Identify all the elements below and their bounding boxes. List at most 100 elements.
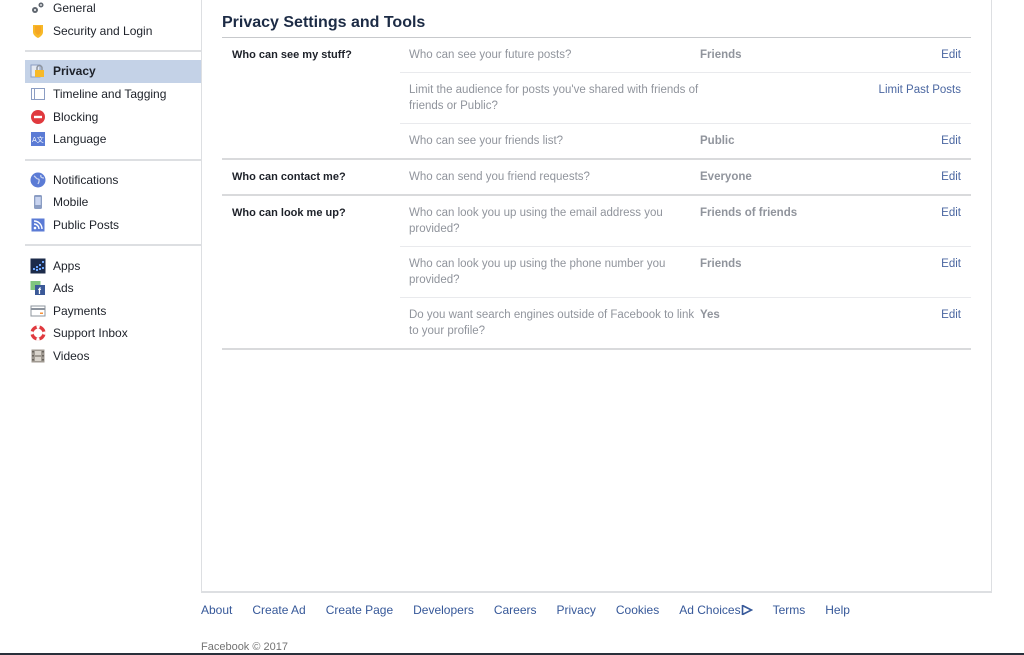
sidebar-item-label: Privacy — [53, 64, 96, 79]
footer-link-about[interactable]: About — [201, 603, 232, 617]
footer-link-label: Privacy — [556, 603, 596, 617]
sidebar-item-general[interactable]: General — [25, 0, 201, 20]
sidebar-item-timeline-and-tagging[interactable]: Timeline and Tagging — [25, 83, 201, 106]
footer-link-ad-choices[interactable]: Ad Choices — [679, 603, 753, 617]
footer-link-privacy[interactable]: Privacy — [557, 603, 596, 617]
film-icon — [30, 348, 46, 364]
privacy-settings-table: Who can see my stuff? Who can see your fu… — [222, 37, 971, 350]
sidebar-item-public-posts[interactable]: Public Posts — [25, 214, 201, 237]
content-panel: Privacy Settings and Tools Who can see m… — [201, 0, 992, 593]
svg-text:A文: A文 — [32, 135, 44, 144]
section-rows: Who can send you friend requests? Everyon… — [400, 160, 971, 194]
setting-question: Who can look you up using the email addr… — [409, 207, 663, 235]
gears-icon — [30, 0, 46, 16]
footer-link-cookies[interactable]: Cookies — [616, 603, 659, 617]
setting-row[interactable]: Limit the audience for posts you've shar… — [400, 72, 971, 123]
setting-value: Yes — [700, 309, 720, 321]
edit-link[interactable]: Edit — [941, 133, 961, 149]
setting-question: Limit the audience for posts you've shar… — [409, 84, 699, 112]
page-title: Privacy Settings and Tools — [222, 13, 426, 31]
ad-choices-icon — [741, 604, 753, 616]
footer-link-label: Terms — [772, 603, 806, 617]
setting-row[interactable]: Who can see your friends list? Public Edit — [400, 123, 971, 158]
sidebar-item-notifications[interactable]: Notifications — [25, 169, 201, 192]
footer-link-create-ad[interactable]: Create Ad — [252, 603, 305, 617]
copyright: Facebook © 2017 — [201, 641, 288, 653]
footer-link-careers[interactable]: Careers — [494, 603, 537, 617]
setting-value: Friends — [700, 258, 742, 270]
settings-section-who-can-look-me-up: Who can look me up? Who can look you up u… — [222, 196, 971, 350]
sidebar-item-mobile[interactable]: Mobile — [25, 191, 201, 214]
sidebar-item-label: Blocking — [53, 109, 99, 124]
setting-value — [700, 82, 879, 114]
sidebar-item-videos[interactable]: Videos — [25, 345, 201, 368]
sidebar-item-support-inbox[interactable]: Support Inbox — [25, 322, 201, 345]
footer-link-help[interactable]: Help — [825, 603, 850, 617]
globe-icon — [30, 172, 46, 188]
footer-link-label: Help — [825, 603, 850, 617]
block-icon — [30, 109, 46, 125]
sidebar-group: Notifications Mobile Public Posts — [25, 169, 201, 237]
sidebar-group: Privacy Timeline and Tagging Blocking A文 Lan… — [25, 60, 201, 150]
settings-section-who-can-contact-me: Who can contact me? Who can send you frie… — [222, 160, 971, 196]
edit-link[interactable]: Edit — [941, 47, 961, 63]
setting-row[interactable]: Who can see your future posts? Friends Edi… — [400, 38, 971, 72]
language-icon: A文 — [30, 131, 46, 147]
setting-question: Who can see your friends list? — [409, 135, 564, 147]
setting-value: Friends — [700, 49, 742, 61]
sidebar-item-label: Ads — [53, 281, 74, 296]
sidebar-item-label: Security and Login — [53, 23, 153, 38]
footer-link-label: About — [201, 603, 233, 617]
setting-question: Who can send you friend requests? — [409, 171, 590, 183]
mobile-icon — [30, 194, 46, 210]
rss-icon — [30, 217, 46, 233]
footer-link-label: Cookies — [615, 603, 660, 617]
sidebar-group: General Security and Login — [25, 0, 201, 42]
settings-section-who-can-see-my-stuff: Who can see my stuff? Who can see your fu… — [222, 38, 971, 160]
setting-row[interactable]: Do you want search engines outside of Fa… — [400, 297, 971, 348]
section-label: Who can look me up? — [232, 207, 346, 219]
footer-link-create-page[interactable]: Create Page — [326, 603, 393, 617]
section-rows: Who can look you up using the email addr… — [400, 196, 971, 348]
setting-row[interactable]: Who can look you up using the phone numb… — [400, 246, 971, 297]
edit-link[interactable]: Edit — [941, 169, 961, 185]
setting-value: Everyone — [700, 171, 752, 183]
footer-link-label: Developers — [413, 603, 474, 617]
sidebar-item-payments[interactable]: Payments — [25, 300, 201, 323]
sidebar-divider — [25, 244, 201, 247]
footer-link-terms[interactable]: Terms — [773, 603, 806, 617]
sidebar-item-privacy[interactable]: Privacy — [25, 60, 201, 83]
edit-link[interactable]: Edit — [941, 205, 961, 237]
footer-link-developers[interactable]: Developers — [413, 603, 474, 617]
setting-question: Do you want search engines outside of Fa… — [409, 309, 695, 337]
sidebar-item-label: Notifications — [53, 172, 119, 187]
sidebar-group: Apps f Ads Payments Support Inbox Videos — [25, 254, 201, 367]
ads-icon: f — [30, 280, 46, 296]
setting-question: Who can look you up using the phone numb… — [409, 258, 666, 286]
sidebar-item-apps[interactable]: Apps — [25, 254, 201, 277]
shield-icon — [30, 23, 46, 39]
sidebar-item-label: Support Inbox — [53, 326, 128, 341]
edit-link[interactable]: Edit — [941, 307, 961, 339]
section-label: Who can contact me? — [232, 171, 346, 183]
sidebar-divider — [25, 158, 201, 161]
setting-value: Public — [700, 135, 735, 147]
sidebar-item-label: Apps — [53, 258, 81, 273]
sidebar-item-blocking[interactable]: Blocking — [25, 105, 201, 128]
setting-row[interactable]: Who can look you up using the email addr… — [400, 196, 971, 246]
sidebar-item-label: Videos — [53, 349, 90, 364]
settings-sidebar: General Security and Login Privacy Timeline… — [25, 0, 201, 367]
edit-link[interactable]: Edit — [941, 256, 961, 288]
limit-past-posts-link[interactable]: Limit Past Posts — [879, 82, 961, 114]
sidebar-item-security-and-login[interactable]: Security and Login — [25, 20, 201, 43]
section-label: Who can see my stuff? — [232, 49, 352, 61]
section-rows: Who can see your future posts? Friends Edi… — [400, 38, 971, 158]
sidebar-item-ads[interactable]: f Ads — [25, 277, 201, 300]
setting-question: Who can see your future posts? — [409, 49, 572, 61]
footer-link-label: Careers — [493, 603, 537, 617]
lifebuoy-icon — [30, 325, 46, 342]
footer-link-label: Create Ad — [252, 603, 306, 617]
sidebar-item-language[interactable]: A文 Language — [25, 128, 201, 151]
setting-row[interactable]: Who can send you friend requests? Everyon… — [400, 160, 971, 194]
sidebar-divider — [25, 50, 201, 53]
